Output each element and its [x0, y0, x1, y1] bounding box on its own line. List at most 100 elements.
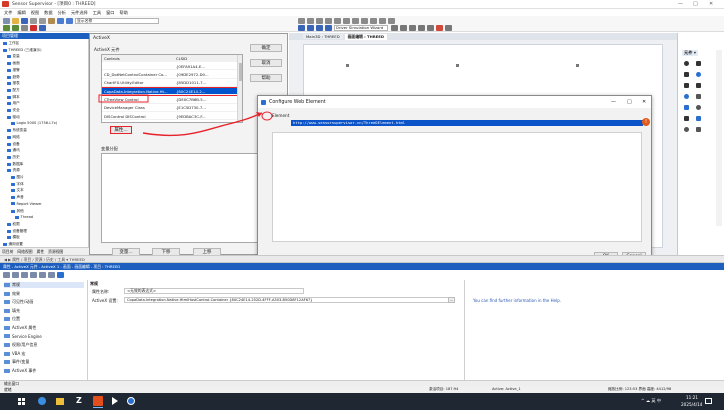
web-url-input[interactable]: http://www.sensorsupervisor.cn/ThreeDEle…	[291, 120, 643, 126]
property-category[interactable]: ActiveX 事件	[4, 368, 36, 374]
tree-item[interactable]: Report Viewer	[11, 202, 42, 206]
redo-icon[interactable]	[66, 18, 73, 24]
nav-next-icon[interactable]	[409, 25, 416, 31]
cut-icon[interactable]	[30, 18, 37, 24]
activex-properties-button[interactable]: 属性...	[110, 126, 132, 134]
property-category[interactable]: 常规	[4, 282, 84, 288]
property-category[interactable]: ActiveX 属性	[4, 325, 36, 331]
handle-tc[interactable]	[456, 64, 459, 67]
tree-item[interactable]: 通讯	[7, 148, 20, 153]
filter-props-icon[interactable]	[39, 272, 46, 278]
tree-tab-project[interactable]: 项目树	[2, 249, 13, 255]
tree-item[interactable]: 声音	[11, 195, 24, 200]
slider-tool-icon[interactable]	[696, 94, 701, 99]
property-category[interactable]: Service Engine	[4, 334, 42, 339]
line-icon[interactable]	[298, 25, 305, 31]
prop2-value[interactable]: CopaData.Integration.Native.HtmlHostCont…	[124, 297, 455, 303]
trend-tool-icon[interactable]	[696, 116, 701, 121]
toolbox-side-tabs[interactable]	[716, 50, 722, 226]
tree-item[interactable]: 用户	[7, 101, 20, 106]
tree-item[interactable]: 网络	[7, 135, 20, 140]
tree-item[interactable]: 历史	[7, 155, 20, 160]
driver-sim-dropdown[interactable]: Driver Simulation Wizard	[334, 25, 388, 31]
tree-item[interactable]: 工作区	[3, 41, 19, 46]
tree-item[interactable]: 图片	[11, 175, 24, 180]
handle-tl[interactable]	[346, 64, 349, 67]
tree-item[interactable]: 配方	[7, 88, 20, 93]
property-category[interactable]: 可见性/动画	[4, 299, 33, 305]
property-category[interactable]: VBA 宏	[4, 351, 26, 357]
tree-tab-network[interactable]: 网络视图	[17, 249, 32, 255]
ellipse-icon[interactable]	[316, 25, 323, 31]
notification-icon[interactable]	[705, 398, 712, 404]
filter-icon[interactable]	[325, 25, 332, 31]
tree-item[interactable]: 脚本	[7, 95, 20, 100]
z-app-icon[interactable]: Z	[76, 396, 84, 406]
activex-list-row[interactable]: ChartFX.Utility.Editor {85DD1011-7...	[102, 80, 237, 87]
display-name-combo[interactable]: 显示名称	[75, 18, 159, 24]
text-tool-icon[interactable]	[696, 83, 701, 88]
file-explorer-icon[interactable]	[56, 398, 64, 405]
expand-icon[interactable]	[21, 272, 28, 278]
paste-icon[interactable]	[48, 18, 55, 24]
activex-list-row[interactable]: CTreeView Control {DE0C7B6B-5...	[102, 97, 237, 104]
snap-icon[interactable]	[352, 18, 359, 24]
gauge-tool-icon[interactable]	[684, 116, 689, 121]
minimize-button[interactable]: —	[678, 1, 683, 7]
align-right-icon[interactable]	[316, 18, 323, 24]
menu-tools[interactable]: 工具	[93, 10, 101, 16]
menu-analysis[interactable]: 分析	[58, 10, 66, 16]
tree-tab-resources[interactable]: 资源视图	[48, 249, 63, 255]
toolbox-title[interactable]: 元件 ▾	[682, 50, 698, 56]
activex-help-button[interactable]: 帮助	[250, 74, 282, 82]
sort-category-icon[interactable]	[3, 272, 10, 278]
property-category[interactable]: 效果	[4, 291, 20, 297]
tree-item[interactable]: 字体	[11, 182, 24, 187]
align-left-icon[interactable]	[298, 18, 305, 24]
align-center-icon[interactable]	[307, 18, 314, 24]
activex-list-row[interactable]: DISControl DISControl {9EDBAC3C-F...	[102, 113, 237, 121]
copy-icon[interactable]	[39, 18, 46, 24]
new-icon[interactable]	[3, 18, 10, 24]
edge-browser-icon[interactable]	[38, 397, 46, 405]
rect-icon[interactable]	[307, 25, 314, 31]
button-tool-icon[interactable]	[684, 94, 689, 99]
activex-cancel-button[interactable]: 取消	[250, 59, 282, 67]
clock-time[interactable]: 11:21	[686, 395, 698, 400]
property-category[interactable]: 权限/用户信息	[4, 342, 37, 348]
tree-item[interactable]: 权限	[7, 222, 20, 227]
property-category[interactable]: 填充	[4, 308, 20, 314]
doc-tab-screen-edit[interactable]: 画面编辑 : THREED	[344, 33, 388, 40]
sensor-app-icon[interactable]	[93, 396, 103, 406]
tree-item[interactable]: Logix 5000 (1756-L7x)	[11, 121, 57, 125]
text-icon[interactable]	[445, 25, 452, 31]
menu-element[interactable]: 元件选择	[71, 10, 88, 16]
activex-list-row[interactable]: CD_DotNetControlContainer Co... {09DE2972…	[102, 72, 237, 79]
web-dialog-maximize[interactable]: □	[627, 99, 632, 105]
doc-tab-main3d[interactable]: Main3D : THREED	[303, 34, 343, 39]
app-circle-icon[interactable]	[127, 397, 135, 405]
zoom-icon[interactable]	[361, 18, 368, 24]
nav-first-icon[interactable]	[391, 25, 398, 31]
activex-ok-button[interactable]: 确定	[250, 44, 282, 52]
tree-item[interactable]: 模板	[7, 235, 20, 240]
activex-list-header[interactable]: Controls CLSID	[102, 55, 237, 62]
runtime-icon[interactable]	[30, 25, 37, 31]
rect-tool-icon[interactable]	[684, 72, 689, 77]
system-tray[interactable]: ^ ☁ 英 中	[641, 398, 661, 404]
ellipse-tool-icon[interactable]	[696, 72, 701, 77]
menu-window[interactable]: 窗口	[106, 10, 114, 16]
pointer-icon[interactable]	[684, 61, 689, 66]
play-icon[interactable]	[39, 25, 46, 31]
web-tool-icon[interactable]	[696, 127, 701, 132]
tree-item[interactable]: 趋势	[7, 75, 20, 80]
menu-help[interactable]: 帮助	[120, 10, 128, 16]
chart-tool-icon[interactable]	[684, 105, 689, 110]
undo-icon[interactable]	[57, 18, 64, 24]
collapse-icon[interactable]	[30, 272, 37, 278]
menu-file[interactable]: 文件	[4, 10, 12, 16]
web-dialog-close[interactable]: ✕	[642, 99, 646, 105]
group-icon[interactable]	[325, 18, 332, 24]
layer-icon[interactable]	[370, 18, 377, 24]
table-tool-icon[interactable]	[696, 105, 701, 110]
